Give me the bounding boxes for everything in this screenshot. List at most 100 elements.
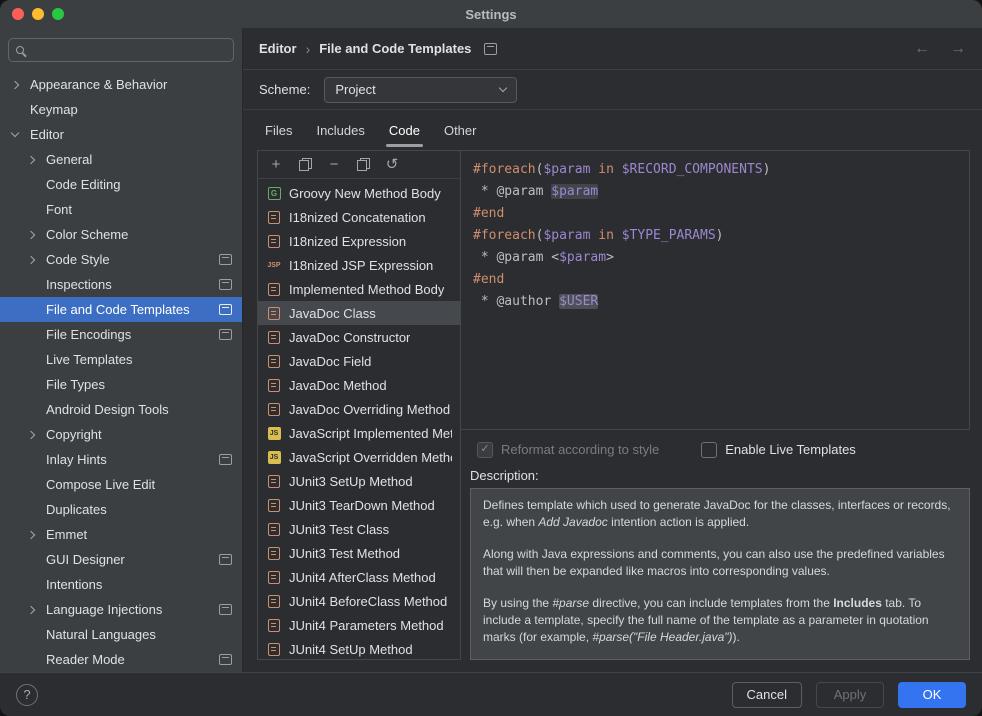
forward-button[interactable]: →: [950, 40, 966, 58]
chevron-right-icon[interactable]: [12, 82, 30, 88]
add-template-button[interactable]: +: [268, 157, 284, 173]
template-item-javadoc-overriding-method[interactable]: JavaDoc Overriding Method: [258, 397, 460, 421]
tab-includes[interactable]: Includes: [304, 110, 376, 150]
breadcrumb-item-editor[interactable]: Editor: [259, 41, 297, 56]
close-window-button[interactable]: [12, 8, 24, 20]
template-item-groovy-new-method-body[interactable]: GGroovy New Method Body: [258, 181, 460, 205]
template-file-icon: [266, 307, 282, 320]
template-item-javadoc-method[interactable]: JavaDoc Method: [258, 373, 460, 397]
maximize-window-button[interactable]: [52, 8, 64, 20]
sidebar-item-gui-designer[interactable]: GUI Designer: [0, 547, 242, 572]
template-item-label: JavaDoc Overriding Method: [289, 402, 450, 417]
template-item-label: JUnit3 TearDown Method: [289, 498, 435, 513]
template-item-implemented-method-body[interactable]: Implemented Method Body: [258, 277, 460, 301]
apply-button[interactable]: Apply: [816, 682, 884, 708]
template-item-junit4-setup-method[interactable]: JUnit4 SetUp Method: [258, 637, 460, 659]
sidebar-item-font[interactable]: Font: [0, 197, 242, 222]
template-item-junit3-test-class[interactable]: JUnit3 Test Class: [258, 517, 460, 541]
chevron-down-icon[interactable]: [12, 133, 30, 136]
chevron-right-icon[interactable]: [28, 432, 46, 438]
minimize-window-button[interactable]: [32, 8, 44, 20]
description-paragraph: Defines template which used to generate …: [483, 497, 957, 532]
sidebar-item-compose-live-edit[interactable]: Compose Live Edit: [0, 472, 242, 497]
create-child-template-button[interactable]: [297, 157, 313, 173]
sidebar-item-intentions[interactable]: Intentions: [0, 572, 242, 597]
sidebar-item-label: File Encodings: [46, 327, 131, 342]
scheme-row: Scheme: Project: [243, 70, 982, 110]
reformat-checkbox[interactable]: ✓ Reformat according to style: [477, 442, 659, 458]
template-item-junit4-parameters-method[interactable]: JUnit4 Parameters Method: [258, 613, 460, 637]
copy-template-button[interactable]: [355, 157, 371, 173]
template-item-junit4-afterclass-method[interactable]: JUnit4 AfterClass Method: [258, 565, 460, 589]
reset-templates-button[interactable]: ↺: [384, 157, 400, 173]
back-button[interactable]: ←: [914, 40, 930, 58]
sidebar-item-label: Code Style: [46, 252, 110, 267]
sidebar-item-label: Natural Languages: [46, 627, 156, 642]
search-input[interactable]: [30, 43, 226, 58]
chevron-right-icon[interactable]: [28, 607, 46, 613]
sidebar-item-android-design-tools[interactable]: Android Design Tools: [0, 397, 242, 422]
sidebar-item-keymap[interactable]: Keymap: [0, 97, 242, 122]
template-list-panel: + − ↺ GGroovy New Method BodyI18nized Conc…: [257, 150, 461, 660]
description-label: Description:: [470, 468, 970, 483]
sidebar-item-general[interactable]: General: [0, 147, 242, 172]
template-item-junit3-setup-method[interactable]: JUnit3 SetUp Method: [258, 469, 460, 493]
scheme-select[interactable]: Project: [324, 77, 517, 103]
template-item-i18nized-jsp-expression[interactable]: JSPI18nized JSP Expression: [258, 253, 460, 277]
cancel-button[interactable]: Cancel: [732, 682, 802, 708]
sidebar-item-language-injections[interactable]: Language Injections: [0, 597, 242, 622]
chevron-right-icon[interactable]: [28, 532, 46, 538]
ok-button[interactable]: OK: [898, 682, 966, 708]
chevron-right-icon[interactable]: [28, 232, 46, 238]
remove-template-button[interactable]: −: [326, 157, 342, 173]
template-file-icon: [266, 547, 282, 560]
template-editor[interactable]: #foreach($param in $RECORD_COMPONENTS) *…: [461, 150, 970, 430]
template-file-icon: [266, 235, 282, 248]
sidebar-item-code-editing[interactable]: Code Editing: [0, 172, 242, 197]
search-field[interactable]: [8, 38, 234, 62]
sidebar-item-inlay-hints[interactable]: Inlay Hints: [0, 447, 242, 472]
template-item-javascript-implemented-met[interactable]: JSJavaScript Implemented Met: [258, 421, 460, 445]
template-file-icon: [266, 331, 282, 344]
template-file-icon: [266, 643, 282, 656]
sidebar-item-duplicates[interactable]: Duplicates: [0, 497, 242, 522]
template-item-junit3-teardown-method[interactable]: JUnit3 TearDown Method: [258, 493, 460, 517]
template-item-javadoc-constructor[interactable]: JavaDoc Constructor: [258, 325, 460, 349]
template-item-javadoc-field[interactable]: JavaDoc Field: [258, 349, 460, 373]
template-item-junit3-test-method[interactable]: JUnit3 Test Method: [258, 541, 460, 565]
enable-live-templates-checkbox[interactable]: Enable Live Templates: [701, 442, 856, 458]
template-item-label: I18nized Expression: [289, 234, 406, 249]
template-item-javascript-overridden-metho[interactable]: JSJavaScript Overridden Metho: [258, 445, 460, 469]
sidebar-item-emmet[interactable]: Emmet: [0, 522, 242, 547]
template-item-i18nized-expression[interactable]: I18nized Expression: [258, 229, 460, 253]
template-item-junit4-beforeclass-method[interactable]: JUnit4 BeforeClass Method: [258, 589, 460, 613]
sidebar-item-inspections[interactable]: Inspections: [0, 272, 242, 297]
tab-files[interactable]: Files: [253, 110, 304, 150]
chevron-right-icon[interactable]: [28, 157, 46, 163]
screen-badge-icon: [219, 554, 232, 565]
sidebar-item-code-style[interactable]: Code Style: [0, 247, 242, 272]
sidebar-item-file-types[interactable]: File Types: [0, 372, 242, 397]
template-item-label: JavaScript Overridden Metho: [289, 450, 452, 465]
sidebar-item-appearance-behavior[interactable]: Appearance & Behavior: [0, 72, 242, 97]
description-box[interactable]: Defines template which used to generate …: [470, 488, 970, 660]
sidebar-item-label: Live Templates: [46, 352, 132, 367]
header-row: Editor › File and Code Templates ← →: [243, 28, 982, 70]
template-item-javadoc-class[interactable]: JavaDoc Class: [258, 301, 460, 325]
titlebar: Settings: [0, 0, 982, 28]
help-button[interactable]: ?: [16, 684, 38, 706]
search-icon: [16, 46, 24, 54]
sidebar-item-file-and-code-templates[interactable]: File and Code Templates: [0, 297, 242, 322]
sidebar-item-color-scheme[interactable]: Color Scheme: [0, 222, 242, 247]
tab-other[interactable]: Other: [432, 110, 489, 150]
sidebar-item-live-templates[interactable]: Live Templates: [0, 347, 242, 372]
template-file-icon: [266, 283, 282, 296]
tab-code[interactable]: Code: [377, 110, 432, 150]
sidebar-item-copyright[interactable]: Copyright: [0, 422, 242, 447]
sidebar-item-file-encodings[interactable]: File Encodings: [0, 322, 242, 347]
chevron-right-icon[interactable]: [28, 257, 46, 263]
template-item-i18nized-concatenation[interactable]: I18nized Concatenation: [258, 205, 460, 229]
sidebar-item-reader-mode[interactable]: Reader Mode: [0, 647, 242, 672]
sidebar-item-editor[interactable]: Editor: [0, 122, 242, 147]
sidebar-item-natural-languages[interactable]: Natural Languages: [0, 622, 242, 647]
